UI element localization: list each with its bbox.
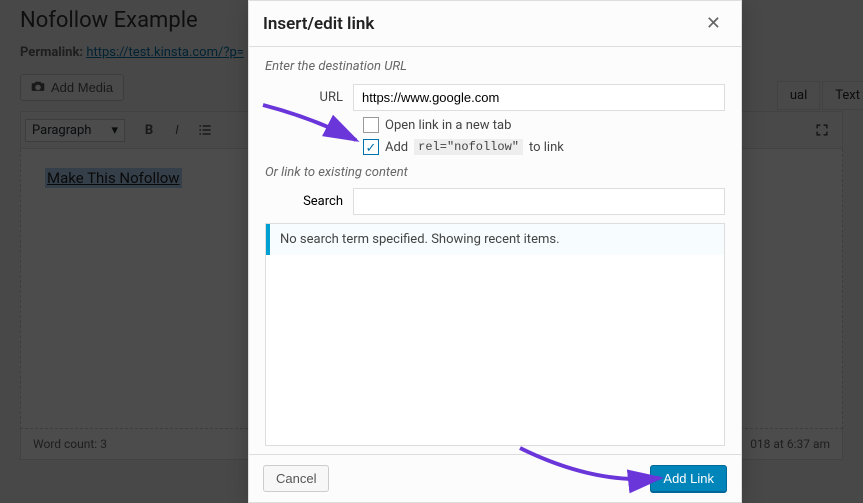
dialog-footer: Cancel Add Link	[249, 454, 741, 502]
enter-url-heading: Enter the destination URL	[265, 59, 725, 74]
url-label: URL	[265, 90, 353, 105]
search-info-banner: No search term specified. Showing recent…	[266, 224, 724, 255]
nofollow-suffix: to link	[529, 140, 564, 155]
dialog-header: Insert/edit link ✕	[249, 1, 741, 47]
insert-link-dialog: Insert/edit link ✕ Enter the destination…	[248, 0, 742, 503]
nofollow-row: Add rel="nofollow" to link	[265, 139, 725, 155]
search-input[interactable]	[353, 188, 725, 215]
new-tab-checkbox[interactable]	[363, 117, 379, 133]
search-results[interactable]: No search term specified. Showing recent…	[265, 223, 725, 446]
cancel-button[interactable]: Cancel	[263, 465, 329, 492]
search-row: Search	[265, 188, 725, 215]
search-label: Search	[265, 194, 353, 209]
close-icon: ✕	[706, 13, 721, 34]
existing-content-heading: Or link to existing content	[265, 165, 725, 180]
dialog-body: Enter the destination URL URL Open link …	[249, 47, 741, 223]
url-input[interactable]	[353, 84, 725, 111]
url-row: URL	[265, 84, 725, 111]
new-tab-row: Open link in a new tab	[265, 117, 725, 133]
nofollow-checkbox[interactable]	[363, 139, 379, 155]
add-link-button[interactable]: Add Link	[650, 465, 727, 492]
dialog-title: Insert/edit link	[263, 14, 374, 34]
nofollow-code: rel="nofollow"	[414, 139, 523, 155]
close-button[interactable]: ✕	[700, 11, 727, 36]
new-tab-label: Open link in a new tab	[385, 118, 511, 133]
nofollow-prefix: Add	[385, 140, 408, 155]
